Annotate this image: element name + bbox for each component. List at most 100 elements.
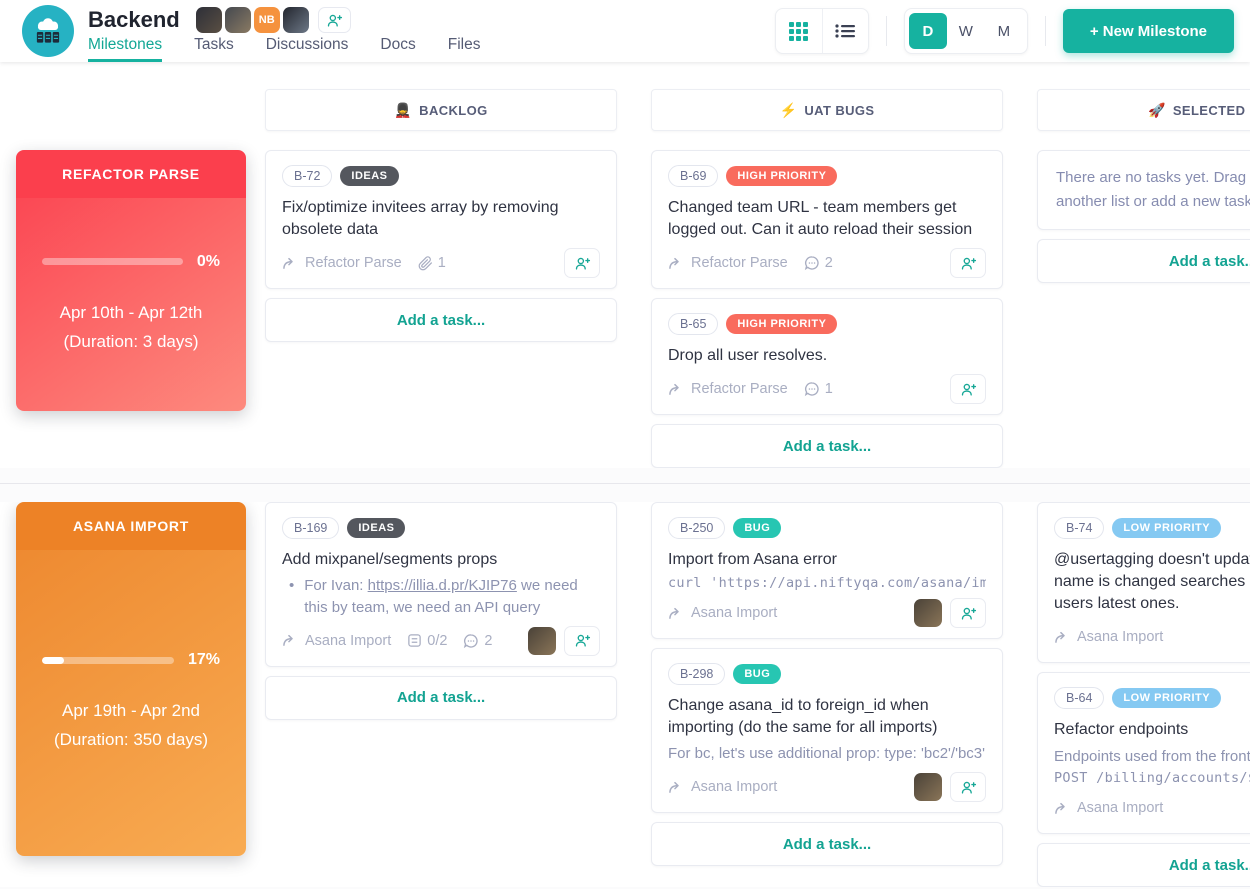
milestone-name: REFACTOR PARSE: [16, 150, 246, 198]
tab-discussions[interactable]: Discussions: [266, 36, 349, 62]
task-milestone-link[interactable]: Refactor Parse: [282, 255, 402, 271]
task-title: Change asana_id to foreign_id when impor…: [668, 695, 986, 739]
paperclip-icon: [418, 256, 433, 271]
assignee-avatar[interactable]: [914, 599, 942, 627]
board-cell: B-250 BUG Import from Asana error curl '…: [651, 502, 1003, 866]
assign-button[interactable]: [950, 374, 986, 404]
task-id-badge: B-169: [282, 517, 339, 539]
grid-icon: [789, 22, 808, 41]
row-separator: [0, 468, 1250, 502]
column-header-uat-bugs[interactable]: ⚡ UAT BUGS: [651, 89, 1003, 131]
person-add-icon: [960, 780, 977, 795]
task-milestone-link[interactable]: Asana Import: [1054, 800, 1163, 816]
task-card[interactable]: B-250 BUG Import from Asana error curl '…: [651, 502, 1003, 639]
task-id-badge: B-65: [668, 313, 718, 335]
milestone-duration: (Duration: 350 days): [42, 726, 220, 755]
grid-view-button[interactable]: [776, 9, 822, 53]
divider: [1045, 16, 1046, 46]
task-card[interactable]: B-65 HIGH PRIORITY Drop all user resolve…: [651, 298, 1003, 415]
task-title: Changed team URL - team members get logg…: [668, 197, 986, 241]
avatar[interactable]: NB: [254, 7, 280, 33]
task-tag-badge: IDEAS: [340, 166, 398, 186]
comment-icon: [463, 633, 479, 649]
task-id-badge: B-72: [282, 165, 332, 187]
column-title: SELECTED FOR: [1173, 103, 1250, 118]
column-header-backlog[interactable]: 💂 BACKLOG: [265, 89, 617, 131]
avatar[interactable]: [196, 7, 222, 33]
assign-button[interactable]: [564, 248, 600, 278]
assign-button[interactable]: [950, 598, 986, 628]
task-card[interactable]: B-64 LOW PRIORITY Refactor endpoints End…: [1037, 672, 1250, 834]
view-toggle: [775, 8, 869, 54]
avatar[interactable]: [225, 7, 251, 33]
board-cell: B-69 HIGH PRIORITY Changed team URL - te…: [651, 150, 1003, 468]
task-tag-badge: IDEAS: [347, 518, 405, 538]
scale-week-button[interactable]: W: [947, 13, 985, 49]
task-title: Import from Asana error: [668, 549, 986, 571]
tab-docs[interactable]: Docs: [380, 36, 415, 62]
milestone-card-refactor-parse[interactable]: REFACTOR PARSE 0% Apr 10th - Apr 12th (D…: [16, 150, 246, 411]
project-logo[interactable]: [22, 5, 74, 57]
milestone-card-asana-import[interactable]: ASANA IMPORT 17% Apr 19th - Apr 2nd (Dur…: [16, 502, 246, 856]
rocket-emoji-icon: 🚀: [1148, 102, 1166, 119]
assign-button[interactable]: [564, 626, 600, 656]
person-add-icon: [960, 256, 977, 271]
task-code-snippet: curl 'https://api.niftyqa.com/asana/impo: [668, 575, 986, 591]
tab-files[interactable]: Files: [448, 36, 481, 62]
task-id-badge: B-74: [1054, 517, 1104, 539]
add-task-button[interactable]: Add a task...: [651, 424, 1003, 468]
avatar[interactable]: [283, 7, 309, 33]
task-title: Drop all user resolves.: [668, 345, 986, 367]
tab-tasks[interactable]: Tasks: [194, 36, 234, 62]
task-card[interactable]: B-72 IDEAS Fix/optimize invitees array b…: [265, 150, 617, 289]
scale-month-button[interactable]: M: [985, 13, 1023, 49]
comment-count: 2: [804, 255, 833, 271]
task-milestone-link[interactable]: Asana Import: [668, 779, 777, 795]
scale-day-button[interactable]: D: [909, 13, 947, 49]
tab-milestones[interactable]: Milestones: [88, 36, 162, 62]
task-card[interactable]: B-298 BUG Change asana_id to foreign_id …: [651, 648, 1003, 813]
assignee-avatar[interactable]: [914, 773, 942, 801]
milestone-name: ASANA IMPORT: [16, 502, 246, 550]
milestone-row: REFACTOR PARSE 0% Apr 10th - Apr 12th (D…: [0, 150, 1250, 468]
redirect-arrow-icon: [668, 383, 683, 396]
assign-button[interactable]: [950, 248, 986, 278]
person-add-icon: [326, 13, 343, 28]
add-task-button[interactable]: Add a task...: [1037, 239, 1250, 283]
new-milestone-button[interactable]: + New Milestone: [1063, 9, 1234, 53]
task-milestone-link[interactable]: Asana Import: [668, 605, 777, 621]
task-card[interactable]: B-69 HIGH PRIORITY Changed team URL - te…: [651, 150, 1003, 289]
task-tag-badge: BUG: [733, 518, 781, 538]
task-milestone-link[interactable]: Refactor Parse: [668, 255, 788, 271]
divider: [886, 16, 887, 46]
person-add-icon: [960, 606, 977, 621]
invite-member-button[interactable]: [318, 7, 351, 33]
project-title: Backend: [88, 7, 180, 33]
task-title: Refactor endpoints: [1054, 719, 1250, 741]
task-tag-badge: LOW PRIORITY: [1112, 688, 1221, 708]
task-milestone-link[interactable]: Asana Import: [282, 633, 391, 649]
assignee-avatar[interactable]: [528, 627, 556, 655]
add-task-button[interactable]: Add a task...: [265, 676, 617, 720]
progress-bar: [42, 657, 174, 664]
task-id-badge: B-69: [668, 165, 718, 187]
add-task-button[interactable]: Add a task...: [1037, 843, 1250, 887]
task-milestone-link[interactable]: Refactor Parse: [668, 381, 788, 397]
add-task-button[interactable]: Add a task...: [265, 298, 617, 342]
task-tag-badge: HIGH PRIORITY: [726, 314, 837, 334]
redirect-arrow-icon: [668, 781, 683, 794]
assign-button[interactable]: [950, 772, 986, 802]
task-card[interactable]: B-74 LOW PRIORITY @usertagging doesn't u…: [1037, 502, 1250, 663]
task-id-badge: B-250: [668, 517, 725, 539]
add-task-button[interactable]: Add a task...: [651, 822, 1003, 866]
column-header-selected-for[interactable]: 🚀 SELECTED FOR: [1037, 89, 1250, 131]
milestone-row: ASANA IMPORT 17% Apr 19th - Apr 2nd (Dur…: [0, 502, 1250, 887]
task-milestone-link[interactable]: Asana Import: [1054, 629, 1163, 645]
task-link[interactable]: https://illia.d.pr/KJIP76: [368, 577, 517, 594]
list-view-button[interactable]: [822, 9, 868, 53]
task-card[interactable]: B-169 IDEAS Add mixpanel/segments props …: [265, 502, 617, 667]
comment-icon: [804, 255, 820, 271]
redirect-arrow-icon: [1054, 631, 1069, 644]
lightning-emoji-icon: ⚡: [780, 102, 798, 119]
task-tag-badge: BUG: [733, 664, 781, 684]
